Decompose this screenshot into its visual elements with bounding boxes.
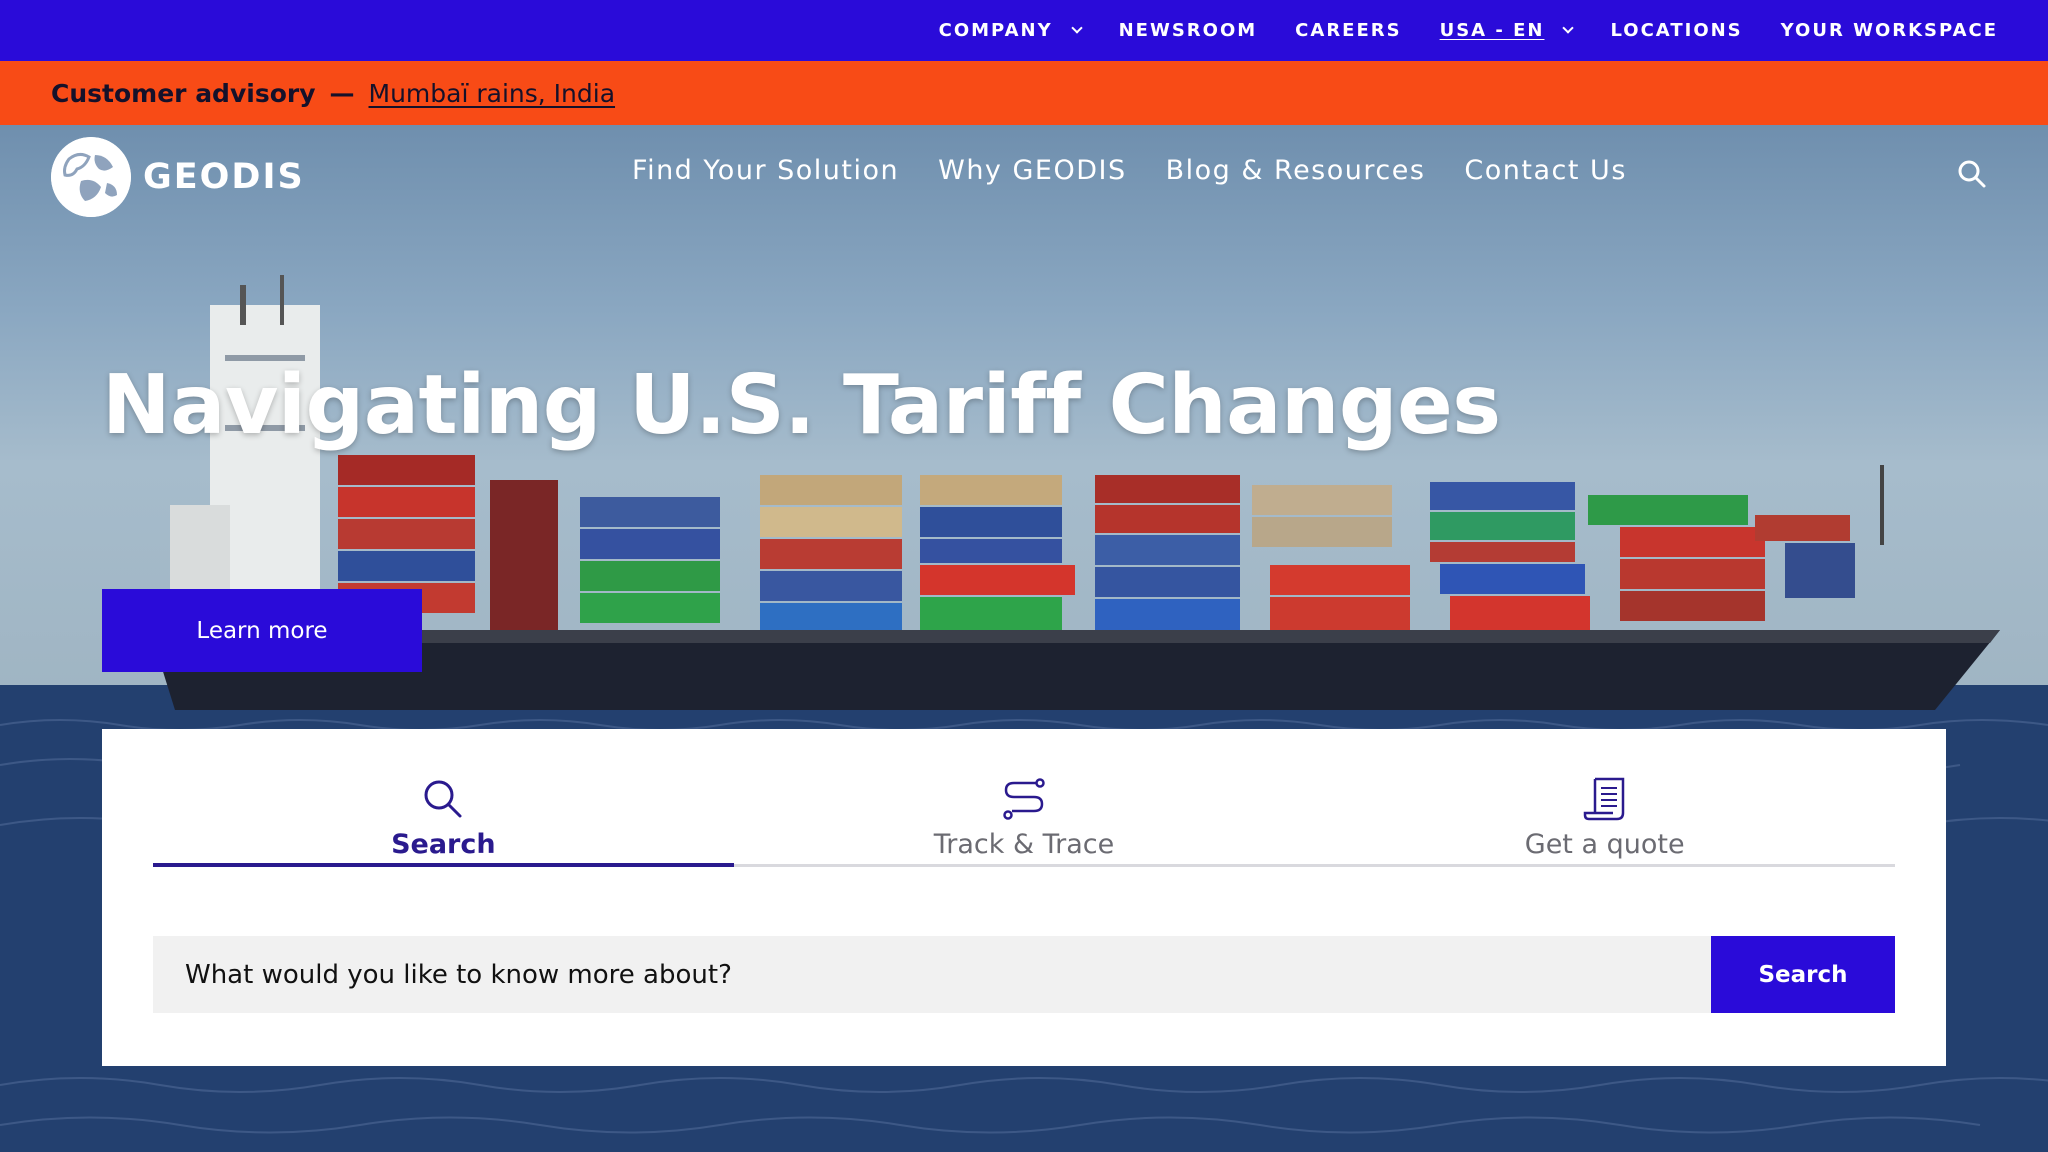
utility-item-company[interactable]: COMPANY [939, 20, 1083, 41]
nav-item-find-solution[interactable]: Find Your Solution [632, 155, 899, 186]
advisory-banner: Customer advisory — Mumbaï rains, India [0, 61, 2048, 125]
nav-item-why-geodis[interactable]: Why GEODIS [938, 155, 1127, 186]
nav-item-contact-us[interactable]: Contact Us [1464, 155, 1626, 186]
learn-more-button[interactable]: Learn more [102, 589, 422, 672]
utility-item-newsroom[interactable]: NEWSROOM [1119, 20, 1258, 41]
panel-tabs: Search Track & Trace Get a quote [153, 777, 1895, 867]
search-input[interactable] [153, 936, 1711, 1013]
globe-logo-icon [51, 137, 131, 217]
search-icon[interactable] [1957, 159, 1987, 189]
search-icon [424, 780, 462, 818]
geodis-logo[interactable]: GEODIS [51, 137, 305, 217]
logo-wordmark: GEODIS [143, 157, 305, 197]
tab-track-trace[interactable]: Track & Trace [734, 777, 1315, 864]
chevron-down-icon [1070, 22, 1083, 34]
route-icon [1003, 778, 1045, 820]
utility-nav: COMPANY NEWSROOM CAREERS USA - EN LOCATI… [901, 0, 1998, 61]
advisory-title: Customer advisory [51, 78, 316, 108]
hero-title: Navigating U.S. Tariff Changes [102, 358, 1501, 453]
tab-search[interactable]: Search [153, 777, 734, 867]
advisory-link[interactable]: Mumbaï rains, India [369, 79, 616, 108]
nav-item-blog-resources[interactable]: Blog & Resources [1166, 155, 1426, 186]
tab-label: Track & Trace [933, 829, 1115, 860]
language-selector[interactable]: USA - EN [1440, 20, 1575, 41]
tab-get-quote[interactable]: Get a quote [1314, 777, 1895, 864]
search-panel: Search Track & Trace Get a quote Searc [102, 729, 1946, 1066]
main-nav: Find Your Solution Why GEODIS Blog & Res… [632, 155, 1666, 186]
chevron-down-icon [1562, 22, 1575, 34]
document-icon [1583, 777, 1624, 821]
utility-bar: COMPANY NEWSROOM CAREERS USA - EN LOCATI… [0, 0, 2048, 61]
utility-item-locations[interactable]: LOCATIONS [1610, 20, 1742, 41]
utility-item-workspace[interactable]: YOUR WORKSPACE [1781, 20, 1998, 41]
advisory-separator: — [329, 78, 355, 108]
tab-label: Get a quote [1524, 829, 1685, 860]
search-button[interactable]: Search [1711, 936, 1895, 1013]
tab-label: Search [391, 829, 496, 860]
utility-item-careers[interactable]: CAREERS [1295, 20, 1401, 41]
search-form: Search [153, 936, 1895, 1013]
